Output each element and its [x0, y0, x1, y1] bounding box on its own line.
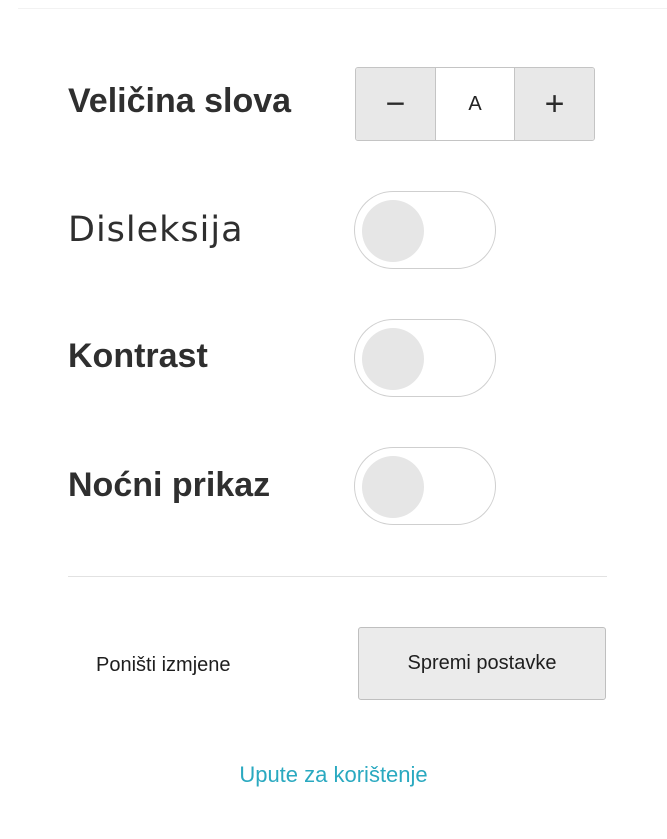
contrast-label: Kontrast — [68, 337, 208, 375]
toggle-knob — [362, 456, 424, 518]
contrast-toggle[interactable] — [354, 319, 496, 397]
toggle-knob — [362, 328, 424, 390]
reset-changes-link[interactable]: Poništi izmjene — [96, 654, 231, 677]
font-size-indicator: A — [436, 68, 514, 140]
toggle-knob — [362, 200, 424, 262]
save-settings-button[interactable]: Spremi postavke — [358, 627, 606, 700]
night-mode-label: Noćni prikaz — [68, 466, 271, 504]
increase-font-size-button[interactable]: + — [514, 68, 594, 140]
night-mode-toggle[interactable] — [354, 447, 496, 525]
dyslexia-label: Disleksija — [68, 210, 244, 250]
dyslexia-toggle[interactable] — [354, 191, 496, 269]
accessibility-settings-panel: Veličina slova − A + Disleksija Kontrast… — [0, 0, 667, 839]
top-rule — [18, 8, 667, 9]
font-size-stepper: − A + — [355, 67, 595, 141]
decrease-font-size-button[interactable]: − — [356, 68, 436, 140]
section-divider — [68, 576, 607, 577]
font-size-label: Veličina slova — [68, 82, 292, 120]
usage-instructions-link[interactable]: Upute za korištenje — [0, 762, 667, 788]
